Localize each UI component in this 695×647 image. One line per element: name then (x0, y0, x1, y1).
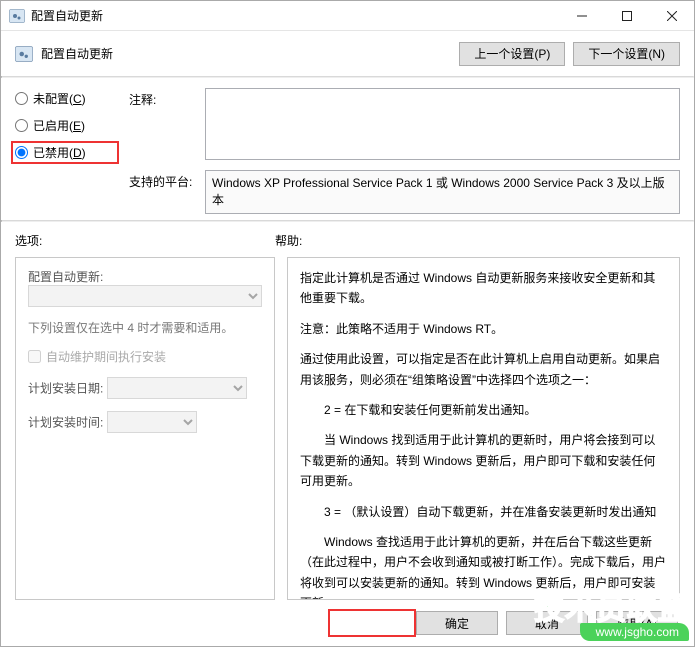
cancel-button[interactable]: 取消 (506, 611, 588, 635)
window-title: 配置自动更新 (31, 7, 559, 24)
policy-icon (9, 8, 25, 24)
header: 配置自动更新 上一个设置(P) 下一个设置(N) (1, 31, 694, 76)
supported-platform-box: Windows XP Professional Service Pack 1 或… (205, 170, 680, 214)
help-text: 当 Windows 找到适用于此计算机的更新时，用户将会接到可以下载更新的通知。… (300, 430, 667, 491)
apply-button[interactable]: 应用(A) (596, 611, 678, 635)
options-panel: 配置自动更新: 下列设置仅在选中 4 时才需要和适用。 自动维护期间执行安装 计… (15, 257, 275, 600)
install-time-select[interactable] (107, 411, 197, 433)
titlebar: 配置自动更新 (1, 1, 694, 31)
help-text: Windows 查找适用于此计算机的更新，并在后台下载这些更新（在此过程中，用户… (300, 532, 667, 600)
maintenance-checkbox-row[interactable]: 自动维护期间执行安装 (28, 348, 262, 365)
next-setting-button[interactable]: 下一个设置(N) (573, 42, 680, 66)
ok-button[interactable]: 确定 (416, 611, 498, 635)
policy-icon (15, 45, 33, 63)
minimize-button[interactable] (559, 1, 604, 30)
annotation-highlight (328, 609, 416, 637)
comment-textarea[interactable] (205, 88, 680, 160)
maximize-button[interactable] (604, 1, 649, 30)
help-panel: 指定此计算机是否通过 Windows 自动更新服务来接收安全更新和其他重要下载。… (287, 257, 680, 600)
maintenance-checkbox-label: 自动维护期间执行安装 (46, 348, 166, 365)
radio-disabled-input[interactable] (15, 146, 28, 159)
maintenance-checkbox[interactable] (28, 350, 41, 363)
install-time-label: 计划安装时间: (28, 416, 103, 430)
radio-not-configured-label: 未配置(C) (33, 90, 86, 107)
help-section-label: 帮助: (275, 232, 680, 249)
install-day-label: 计划安装日期: (28, 382, 103, 396)
supported-label: 支持的平台: (129, 170, 199, 214)
configure-update-label: 配置自动更新: (28, 268, 262, 285)
radio-enabled-input[interactable] (15, 119, 28, 132)
close-button[interactable] (649, 1, 694, 30)
radio-not-configured[interactable]: 未配置(C) (15, 90, 115, 107)
help-text: 通过使用此设置，可以指定是否在此计算机上启用自动更新。如果启用该服务，则必须在“… (300, 349, 667, 390)
state-radios: 未配置(C) 已启用(E) 已禁用(D) (15, 88, 115, 214)
radio-enabled[interactable]: 已启用(E) (15, 117, 115, 134)
radio-enabled-label: 已启用(E) (33, 117, 85, 134)
help-text: 3 = （默认设置）自动下载更新，并在准备安装更新时发出通知 (300, 502, 667, 522)
install-day-select[interactable] (107, 377, 247, 399)
comment-label: 注释: (129, 88, 199, 160)
radio-disabled[interactable]: 已禁用(D) (15, 144, 115, 161)
options-section-label: 选项: (15, 232, 275, 249)
configure-update-select[interactable] (28, 285, 262, 307)
help-text: 指定此计算机是否通过 Windows 自动更新服务来接收安全更新和其他重要下载。 (300, 268, 667, 309)
previous-setting-button[interactable]: 上一个设置(P) (459, 42, 565, 66)
help-text: 2 = 在下载和安装任何更新前发出通知。 (300, 400, 667, 420)
options-note-text: 下列设置仅在选中 4 时才需要和适用。 (28, 319, 262, 336)
help-text: 注意：此策略不适用于 Windows RT。 (300, 319, 667, 339)
radio-disabled-label: 已禁用(D) (33, 144, 86, 161)
radio-not-configured-input[interactable] (15, 92, 28, 105)
dialog-button-bar: 确定 取消 应用(A) (1, 600, 694, 646)
header-title: 配置自动更新 (41, 45, 451, 62)
